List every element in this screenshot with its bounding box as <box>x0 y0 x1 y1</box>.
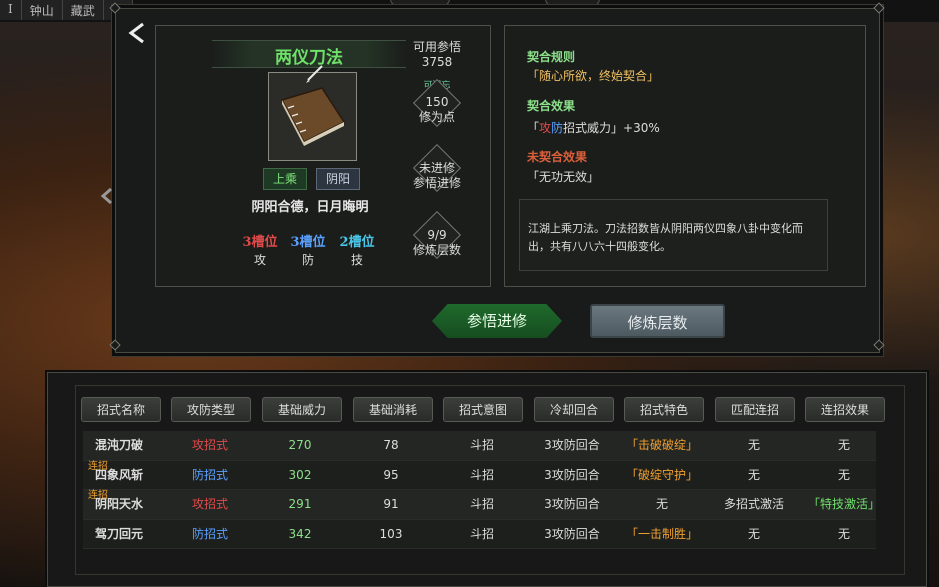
cultivate-button[interactable]: 修炼层数 <box>590 304 725 338</box>
moves-table: 混沌刀破 攻招式 270 78 斗招 3攻防回合 「击破破绽」 无 无 连招 四… <box>83 431 880 549</box>
move-power: 270 <box>288 438 312 452</box>
effect-defense: 防 <box>551 121 564 135</box>
available-insight-label: 可用参悟 <box>412 40 461 54</box>
type-badge: 阴阳 <box>316 168 360 190</box>
move-cooldown: 3攻防回合 <box>544 467 600 482</box>
move-intent: 斗招 <box>469 467 494 482</box>
cultivation-layers-value: 9/9 <box>427 228 447 242</box>
header-combo-effect[interactable]: 连招效果 <box>805 397 885 422</box>
technique-slot: 2槽位 技 <box>335 231 379 268</box>
table-row[interactable]: 连招 四象风斩 防招式 302 95 斗招 3攻防回合 「破绽守护」 无 无 <box>83 460 876 490</box>
defense-slot: 3槽位 防 <box>286 231 330 268</box>
move-type: 攻招式 <box>191 438 228 452</box>
header-feature[interactable]: 招式特色 <box>624 397 704 422</box>
move-cooldown: 3攻防回合 <box>544 526 600 541</box>
study-button[interactable]: 参悟进修 <box>432 304 562 338</box>
side-arrow-icon[interactable] <box>98 186 116 206</box>
defense-slot-count: 3槽位 <box>290 235 326 250</box>
move-power: 302 <box>288 467 312 482</box>
effect-attack: 攻 <box>539 121 552 135</box>
move-type: 攻招式 <box>191 497 228 511</box>
move-cooldown: 3攻防回合 <box>544 497 600 511</box>
move-cost: 91 <box>383 497 399 511</box>
top-tab[interactable]: 藏武 <box>62 0 104 20</box>
move-cost: 103 <box>379 526 403 541</box>
cultivation-layers: 9/9 修炼层数 <box>408 228 466 258</box>
move-combo-effect: 「特技激活」 <box>807 497 880 511</box>
rule-title: 契合规则 <box>527 50 576 64</box>
move-combo: 多招式激活 <box>723 497 784 511</box>
move-combo: 无 <box>747 438 760 452</box>
cultivation-points: 150 修为点 <box>408 95 466 125</box>
technique-slot-count: 2槽位 <box>339 235 375 250</box>
move-combo: 无 <box>747 467 760 482</box>
cultivation-points-label: 修为点 <box>418 110 455 124</box>
move-cost: 95 <box>383 467 399 482</box>
header-intent[interactable]: 招式意图 <box>443 397 523 422</box>
cultivation-layers-label: 修炼层数 <box>412 243 461 257</box>
noeffect-text: 「无功无效」 <box>527 170 600 184</box>
header-cost[interactable]: 基础消耗 <box>353 397 433 422</box>
top-pill[interactable] <box>545 0 600 6</box>
move-combo-effect: 无 <box>837 526 850 541</box>
top-pill[interactable] <box>390 0 450 6</box>
available-insight-value: 3758 <box>421 55 453 69</box>
skill-motto: 阴阳合德，日月晦明 <box>251 200 369 215</box>
move-power: 291 <box>288 497 312 511</box>
move-intent: 斗招 <box>469 438 494 452</box>
cultivation-points-value: 150 <box>425 95 449 109</box>
attack-slot-label: 攻 <box>253 253 266 267</box>
move-cost: 78 <box>383 438 399 452</box>
move-feature: 无 <box>655 497 668 511</box>
header-name[interactable]: 招式名称 <box>81 397 161 422</box>
study-status-line1: 未进修 <box>418 161 455 175</box>
effect-prefix: 「 <box>527 121 540 135</box>
effect-text: 「攻防招式威力」+30% <box>527 119 660 136</box>
attack-slot-count: 3槽位 <box>242 235 278 250</box>
move-type: 防招式 <box>191 467 228 482</box>
move-intent: 斗招 <box>469 497 494 511</box>
move-cooldown: 3攻防回合 <box>544 438 600 452</box>
move-feature: 「击破破绽」 <box>625 438 698 452</box>
move-feature: 「破绽守护」 <box>625 467 698 482</box>
move-combo-effect: 无 <box>837 438 850 452</box>
move-name: 阴阳天水 <box>94 497 143 511</box>
move-type: 防招式 <box>191 526 228 541</box>
table-row[interactable]: 混沌刀破 攻招式 270 78 斗招 3攻防回合 「击破破绽」 无 无 <box>83 431 876 461</box>
move-power: 342 <box>288 526 312 541</box>
study-status-line2: 参悟进修 <box>412 176 461 190</box>
book-icon <box>276 86 348 148</box>
effect-title: 契合效果 <box>527 99 576 113</box>
back-arrow-icon[interactable] <box>125 20 151 46</box>
grade-badge: 上乘 <box>263 168 307 190</box>
rule-text: 「随心所欲，终始契合」 <box>527 69 660 83</box>
top-tab[interactable]: 钟山 <box>21 0 63 20</box>
move-feature: 「一击制胜」 <box>625 526 698 541</box>
move-name: 驾刀回元 <box>94 526 143 541</box>
defense-slot-label: 防 <box>301 253 314 267</box>
noeffect-title: 未契合效果 <box>527 150 588 164</box>
table-row[interactable]: 连招 阴阳天水 攻招式 291 91 斗招 3攻防回合 无 多招式激活 「特技激… <box>83 490 880 520</box>
table-row[interactable]: 驾刀回元 防招式 342 103 斗招 3攻防回合 「一击制胜」 无 无 <box>83 519 876 549</box>
move-combo-effect: 无 <box>837 467 850 482</box>
available-insight: 可用参悟 3758 <box>408 40 466 70</box>
skill-description: 江湖上乘刀法。刀法招数皆从阴阳两仪四象八卦中变化而出，共有八八六十四般变化。 <box>519 199 828 271</box>
brush-icon <box>304 62 326 84</box>
header-power[interactable]: 基础威力 <box>262 397 342 422</box>
top-tab[interactable]: Ⅰ <box>0 0 22 20</box>
effect-suffix: 招式威力」+30% <box>563 121 660 135</box>
header-type[interactable]: 攻防类型 <box>171 397 251 422</box>
attack-slot: 3槽位 攻 <box>238 231 282 268</box>
move-intent: 斗招 <box>469 526 494 541</box>
header-cooldown[interactable]: 冷却回合 <box>534 397 614 422</box>
study-status[interactable]: 未进修 参悟进修 <box>408 161 466 191</box>
move-combo: 无 <box>747 526 760 541</box>
technique-slot-label: 技 <box>350 253 363 267</box>
header-combo[interactable]: 匹配连招 <box>715 397 795 422</box>
